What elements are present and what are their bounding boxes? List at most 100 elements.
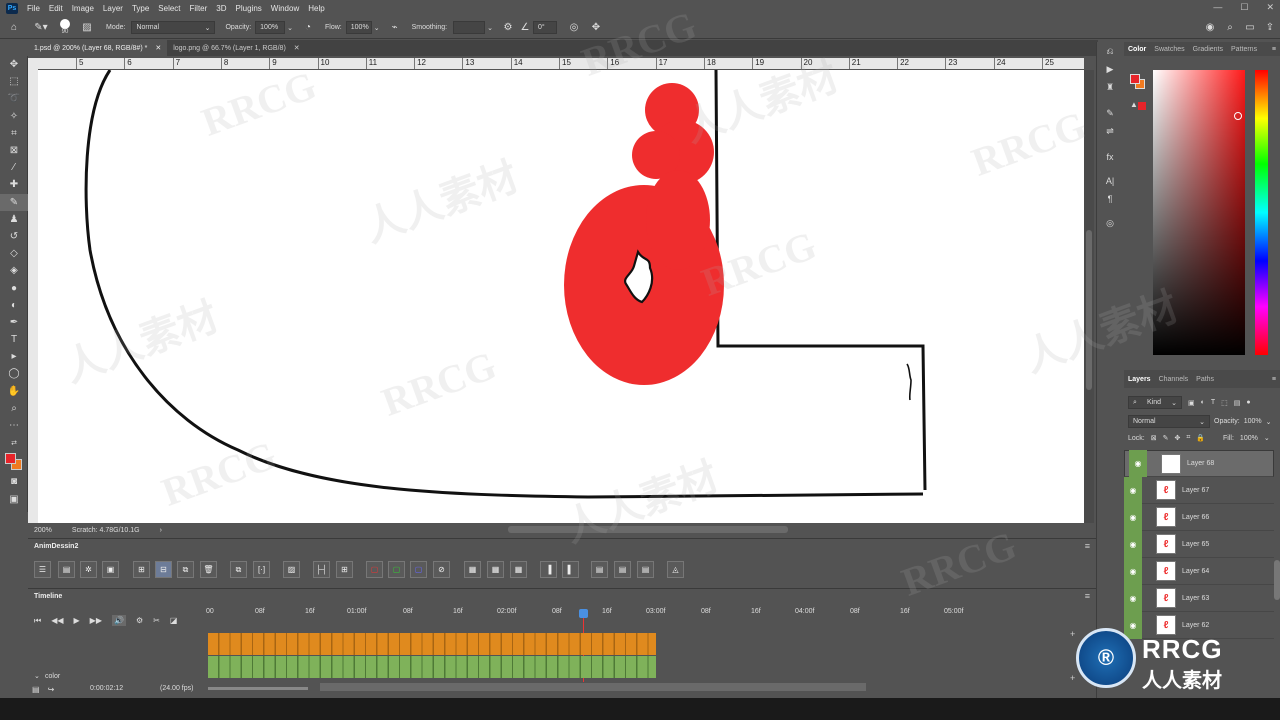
text-icon[interactable]: ▤: [637, 561, 654, 578]
visibility-eye-icon[interactable]: ◉: [1124, 557, 1142, 585]
tab-logo-png[interactable]: logo.png @ 66.7% (Layer 1, RGB/8) ✕: [167, 40, 305, 56]
more-tools-icon[interactable]: ⋯: [0, 417, 28, 434]
gear-icon[interactable]: ⚙: [136, 616, 143, 625]
visibility-eye-icon[interactable]: ◉: [1124, 503, 1142, 531]
actions-icon[interactable]: ▶: [1097, 60, 1123, 78]
green-track[interactable]: [208, 656, 656, 678]
frame-tool-icon[interactable]: ⊠: [0, 142, 28, 159]
smoothing-input[interactable]: [453, 21, 486, 34]
stamp-tool-icon[interactable]: ♟: [0, 211, 28, 228]
history-brush-icon[interactable]: ↺: [0, 228, 28, 245]
crop-tool-icon[interactable]: ⌗: [0, 125, 28, 142]
zoom-level[interactable]: 200%: [34, 527, 52, 534]
properties-icon[interactable]: ◎: [1097, 214, 1123, 232]
color-picker-handle[interactable]: [1234, 112, 1242, 120]
film-2-icon[interactable]: ▦: [487, 561, 504, 578]
add-icon[interactable]: +: [1070, 673, 1075, 683]
workspace-icon[interactable]: ▭: [1240, 22, 1260, 33]
chevron-down-icon[interactable]: ⌄: [287, 24, 293, 32]
brush-settings-icon[interactable]: ▨: [76, 22, 98, 33]
vertical-scrollbar[interactable]: [1084, 70, 1094, 523]
onion-icon[interactable]: ▤: [58, 561, 75, 578]
color-field[interactable]: [1153, 70, 1245, 355]
blue-channel-icon[interactable]: ▢: [410, 561, 427, 578]
grid-icon[interactable]: ✲: [80, 561, 97, 578]
visibility-eye-icon[interactable]: ◉: [1124, 584, 1142, 612]
menu-file[interactable]: File: [27, 4, 40, 13]
fx-icon[interactable]: fx: [1097, 148, 1123, 166]
paragraph-icon[interactable]: ¶: [1097, 190, 1123, 208]
tab-paths[interactable]: Paths: [1192, 376, 1218, 383]
adjust-icon[interactable]: ⇌: [1097, 122, 1123, 140]
panel-menu-icon[interactable]: ≡: [1272, 46, 1280, 53]
film-icon[interactable]: ▦: [464, 561, 481, 578]
orange-track[interactable]: [208, 633, 656, 655]
maximize-icon[interactable]: ☐: [1240, 2, 1248, 13]
doc-icon[interactable]: ▤: [591, 561, 608, 578]
add-span-icon[interactable]: ⊞: [336, 561, 353, 578]
visibility-eye-icon[interactable]: ◉: [1124, 530, 1142, 558]
layer-row[interactable]: ◉ ℓ Layer 63: [1124, 584, 1274, 612]
scissors-icon[interactable]: ✂: [153, 616, 160, 625]
lock-paint-icon[interactable]: ✎: [1163, 434, 1169, 442]
lock-artboard-icon[interactable]: ⌗: [1186, 434, 1190, 442]
menu-layer[interactable]: Layer: [103, 4, 123, 13]
menu-image[interactable]: Image: [72, 4, 94, 13]
delete-icon[interactable]: 🗑: [200, 561, 217, 578]
type-tool-icon[interactable]: T: [0, 331, 28, 348]
layer-row[interactable]: ◉ ℓ Layer 65: [1124, 530, 1274, 558]
libraries-icon[interactable]: ♜: [1097, 78, 1123, 96]
close-icon[interactable]: ✕: [155, 44, 161, 52]
export-icon[interactable]: ⇪: [1260, 22, 1280, 33]
tab-1-psd[interactable]: 1.psd @ 200% (Layer 68, RGB/8#) * ✕: [28, 40, 168, 56]
filter-shape-icon[interactable]: ⬚: [1221, 399, 1228, 407]
eyedropper-tool-icon[interactable]: ⁄: [0, 159, 28, 176]
next-frame-icon[interactable]: ▶▶: [90, 616, 102, 625]
visibility-eye-icon[interactable]: ◉: [1124, 476, 1142, 504]
shape-tool-icon[interactable]: ◯: [0, 365, 28, 382]
convert-icon[interactable]: ↪: [48, 685, 55, 694]
first-frame-icon[interactable]: ⏮: [34, 616, 41, 626]
hue-slider[interactable]: [1255, 70, 1268, 355]
mode-select[interactable]: Normal ⌄: [131, 21, 216, 34]
magic-wand-tool-icon[interactable]: ✧: [0, 108, 28, 125]
lasso-tool-icon[interactable]: ➰: [0, 90, 28, 107]
blend-mode-select[interactable]: Normal ⌄: [1128, 415, 1210, 428]
foreground-color[interactable]: [1130, 74, 1140, 84]
brush-tool-icon[interactable]: ✎▾: [28, 22, 54, 33]
filter-select[interactable]: ⌕ Kind ⌄: [1128, 396, 1182, 409]
opacity-input[interactable]: 100%: [255, 21, 286, 34]
film-3-icon[interactable]: ▦: [510, 561, 527, 578]
menu-window[interactable]: Window: [271, 4, 299, 13]
layer-opacity[interactable]: 100%: [1244, 418, 1262, 425]
pen-tool-icon[interactable]: ✒: [0, 314, 28, 331]
lock-pixels-icon[interactable]: ⊠: [1151, 434, 1157, 442]
scroll-thumb[interactable]: [1086, 230, 1092, 390]
copy-frame-icon[interactable]: ⧉: [177, 561, 194, 578]
document-canvas[interactable]: [38, 70, 1084, 523]
bracket-left-icon[interactable]: ▐: [540, 561, 557, 578]
chevron-right-icon[interactable]: ›: [160, 527, 162, 534]
html-icon[interactable]: ▤: [614, 561, 631, 578]
history-icon[interactable]: ⎌: [1097, 42, 1123, 60]
tab-channels[interactable]: Channels: [1155, 376, 1193, 383]
layer-fill[interactable]: 100%: [1240, 435, 1258, 442]
home-icon[interactable]: ⌂: [0, 22, 28, 33]
color-swatches[interactable]: [0, 451, 28, 473]
chevron-down-icon[interactable]: ⌄: [487, 24, 493, 32]
panel-menu-icon[interactable]: ≡: [1085, 591, 1090, 601]
tab-patterns[interactable]: Patterns: [1227, 46, 1261, 53]
share-icon[interactable]: ◉: [1200, 22, 1220, 33]
brush-preset-picker[interactable]: 90: [54, 19, 76, 36]
tab-swatches[interactable]: Swatches: [1150, 46, 1188, 53]
layers-scroll-thumb[interactable]: [1274, 560, 1280, 600]
add-icon[interactable]: +: [1070, 629, 1075, 639]
pressure-size-icon[interactable]: ◎: [563, 22, 585, 33]
eraser-tool-icon[interactable]: ◇: [0, 245, 28, 262]
menu-plugins[interactable]: Plugins: [236, 4, 262, 13]
tab-color[interactable]: Color: [1124, 46, 1150, 53]
swap-colors-icon[interactable]: ⇄: [0, 434, 28, 451]
chevron-down-icon[interactable]: ⌄: [1264, 434, 1270, 442]
audio-icon[interactable]: 🔊: [111, 615, 126, 626]
panel-menu-icon[interactable]: ≡: [1085, 541, 1090, 551]
